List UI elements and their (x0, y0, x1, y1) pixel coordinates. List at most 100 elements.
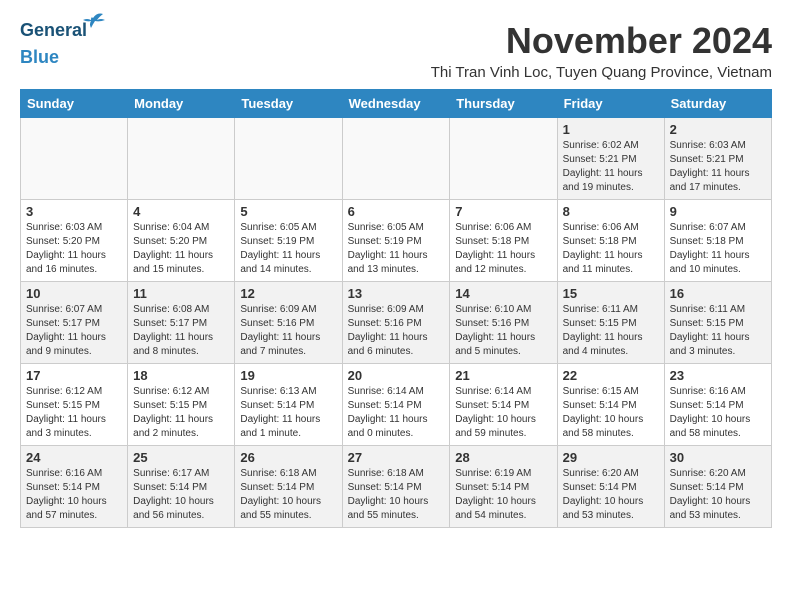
day-number: 23 (670, 368, 766, 383)
calendar-cell: 25 Sunrise: 6:17 AM Sunset: 5:14 PM Dayli… (128, 446, 235, 528)
day-number: 27 (348, 450, 445, 465)
calendar-cell: 11 Sunrise: 6:08 AM Sunset: 5:17 PM Dayli… (128, 282, 235, 364)
day-info: Sunrise: 6:09 AM Sunset: 5:16 PM Dayligh… (348, 303, 445, 359)
header-saturday: Saturday (664, 90, 771, 118)
day-number: 3 (26, 204, 122, 219)
calendar-cell: 2Sunrise: 6:03 AM Sunset: 5:21 PM Daylig… (664, 118, 771, 200)
day-info: Sunrise: 6:03 AM Sunset: 5:20 PM Dayligh… (26, 221, 122, 277)
calendar-cell: 4 Sunrise: 6:04 AM Sunset: 5:20 PM Daylig… (128, 200, 235, 282)
calendar-header-row: SundayMondayTuesdayWednesdayThursdayFrid… (21, 90, 772, 118)
calendar-cell (21, 118, 128, 200)
calendar-cell: 28 Sunrise: 6:19 AM Sunset: 5:14 PM Dayli… (450, 446, 557, 528)
day-number: 15 (563, 286, 659, 301)
calendar-cell: 30Sunrise: 6:20 AM Sunset: 5:14 PM Dayli… (664, 446, 771, 528)
calendar-cell: 23 Sunrise: 6:16 AM Sunset: 5:14 PM Dayli… (664, 364, 771, 446)
day-number: 14 (455, 286, 551, 301)
calendar-cell: 18 Sunrise: 6:12 AM Sunset: 5:15 PM Dayli… (128, 364, 235, 446)
day-number: 29 (563, 450, 659, 465)
day-number: 17 (26, 368, 122, 383)
calendar-cell: 26 Sunrise: 6:18 AM Sunset: 5:14 PM Dayli… (235, 446, 342, 528)
calendar-cell (128, 118, 235, 200)
day-info: Sunrise: 6:06 AM Sunset: 5:18 PM Dayligh… (455, 221, 551, 277)
calendar-cell: 14 Sunrise: 6:10 AM Sunset: 5:16 PM Dayli… (450, 282, 557, 364)
day-info: Sunrise: 6:05 AM Sunset: 5:19 PM Dayligh… (348, 221, 445, 277)
logo-blue: Blue (20, 47, 59, 67)
day-info: Sunrise: 6:17 AM Sunset: 5:14 PM Dayligh… (133, 467, 229, 523)
day-number: 4 (133, 204, 229, 219)
day-number: 28 (455, 450, 551, 465)
day-info: Sunrise: 6:03 AM Sunset: 5:21 PM Dayligh… (670, 139, 766, 195)
calendar-table: SundayMondayTuesdayWednesdayThursdayFrid… (20, 89, 772, 528)
day-info: Sunrise: 6:18 AM Sunset: 5:14 PM Dayligh… (348, 467, 445, 523)
day-info: Sunrise: 6:16 AM Sunset: 5:14 PM Dayligh… (670, 385, 766, 441)
calendar-cell: 8 Sunrise: 6:06 AM Sunset: 5:18 PM Daylig… (557, 200, 664, 282)
day-info: Sunrise: 6:12 AM Sunset: 5:15 PM Dayligh… (26, 385, 122, 441)
calendar-cell (342, 118, 450, 200)
logo-bird-icon (83, 10, 105, 30)
day-number: 12 (240, 286, 336, 301)
title-block: November 2024 Thi Tran Vinh Loc, Tuyen Q… (431, 20, 772, 81)
calendar-cell (235, 118, 342, 200)
header-sunday: Sunday (21, 90, 128, 118)
calendar-week-row: 1Sunrise: 6:02 AM Sunset: 5:21 PM Daylig… (21, 118, 772, 200)
day-info: Sunrise: 6:08 AM Sunset: 5:17 PM Dayligh… (133, 303, 229, 359)
header-monday: Monday (128, 90, 235, 118)
day-number: 30 (670, 450, 766, 465)
day-info: Sunrise: 6:10 AM Sunset: 5:16 PM Dayligh… (455, 303, 551, 359)
calendar-cell: 15 Sunrise: 6:11 AM Sunset: 5:15 PM Dayli… (557, 282, 664, 364)
day-info: Sunrise: 6:11 AM Sunset: 5:15 PM Dayligh… (670, 303, 766, 359)
day-number: 1 (563, 122, 659, 137)
header-thursday: Thursday (450, 90, 557, 118)
calendar-cell: 22 Sunrise: 6:15 AM Sunset: 5:14 PM Dayli… (557, 364, 664, 446)
calendar-cell: 24Sunrise: 6:16 AM Sunset: 5:14 PM Dayli… (21, 446, 128, 528)
logo-general: General (20, 20, 87, 40)
day-number: 7 (455, 204, 551, 219)
day-number: 8 (563, 204, 659, 219)
day-info: Sunrise: 6:04 AM Sunset: 5:20 PM Dayligh… (133, 221, 229, 277)
calendar-cell: 19Sunrise: 6:13 AM Sunset: 5:14 PM Dayli… (235, 364, 342, 446)
day-number: 13 (348, 286, 445, 301)
day-number: 5 (240, 204, 336, 219)
day-info: Sunrise: 6:07 AM Sunset: 5:18 PM Dayligh… (670, 221, 766, 277)
calendar-cell: 7 Sunrise: 6:06 AM Sunset: 5:18 PM Daylig… (450, 200, 557, 282)
day-number: 25 (133, 450, 229, 465)
calendar-cell: 27 Sunrise: 6:18 AM Sunset: 5:14 PM Dayli… (342, 446, 450, 528)
day-number: 10 (26, 286, 122, 301)
calendar-cell: 1Sunrise: 6:02 AM Sunset: 5:21 PM Daylig… (557, 118, 664, 200)
day-info: Sunrise: 6:19 AM Sunset: 5:14 PM Dayligh… (455, 467, 551, 523)
day-info: Sunrise: 6:15 AM Sunset: 5:14 PM Dayligh… (563, 385, 659, 441)
day-info: Sunrise: 6:16 AM Sunset: 5:14 PM Dayligh… (26, 467, 122, 523)
day-number: 16 (670, 286, 766, 301)
day-number: 6 (348, 204, 445, 219)
subtitle: Thi Tran Vinh Loc, Tuyen Quang Province,… (431, 64, 772, 81)
calendar-cell (450, 118, 557, 200)
calendar-cell: 13 Sunrise: 6:09 AM Sunset: 5:16 PM Dayli… (342, 282, 450, 364)
calendar-cell: 9 Sunrise: 6:07 AM Sunset: 5:18 PM Daylig… (664, 200, 771, 282)
calendar-week-row: 17 Sunrise: 6:12 AM Sunset: 5:15 PM Dayli… (21, 364, 772, 446)
day-info: Sunrise: 6:14 AM Sunset: 5:14 PM Dayligh… (455, 385, 551, 441)
page-header: General Blue November 2024 Thi Tran Vinh… (20, 20, 772, 81)
day-info: Sunrise: 6:06 AM Sunset: 5:18 PM Dayligh… (563, 221, 659, 277)
day-info: Sunrise: 6:18 AM Sunset: 5:14 PM Dayligh… (240, 467, 336, 523)
day-number: 9 (670, 204, 766, 219)
day-info: Sunrise: 6:11 AM Sunset: 5:15 PM Dayligh… (563, 303, 659, 359)
day-number: 26 (240, 450, 336, 465)
month-title: November 2024 (431, 20, 772, 62)
day-number: 19 (240, 368, 336, 383)
calendar-week-row: 24Sunrise: 6:16 AM Sunset: 5:14 PM Dayli… (21, 446, 772, 528)
calendar-cell: 20 Sunrise: 6:14 AM Sunset: 5:14 PM Dayli… (342, 364, 450, 446)
day-info: Sunrise: 6:09 AM Sunset: 5:16 PM Dayligh… (240, 303, 336, 359)
day-info: Sunrise: 6:12 AM Sunset: 5:15 PM Dayligh… (133, 385, 229, 441)
header-friday: Friday (557, 90, 664, 118)
day-number: 11 (133, 286, 229, 301)
day-number: 20 (348, 368, 445, 383)
calendar-cell: 17 Sunrise: 6:12 AM Sunset: 5:15 PM Dayli… (21, 364, 128, 446)
calendar-cell: 21Sunrise: 6:14 AM Sunset: 5:14 PM Dayli… (450, 364, 557, 446)
day-info: Sunrise: 6:14 AM Sunset: 5:14 PM Dayligh… (348, 385, 445, 441)
calendar-cell: 10Sunrise: 6:07 AM Sunset: 5:17 PM Dayli… (21, 282, 128, 364)
calendar-week-row: 3 Sunrise: 6:03 AM Sunset: 5:20 PM Daylig… (21, 200, 772, 282)
day-number: 18 (133, 368, 229, 383)
calendar-cell: 3 Sunrise: 6:03 AM Sunset: 5:20 PM Daylig… (21, 200, 128, 282)
day-number: 22 (563, 368, 659, 383)
logo: General Blue (20, 20, 87, 68)
